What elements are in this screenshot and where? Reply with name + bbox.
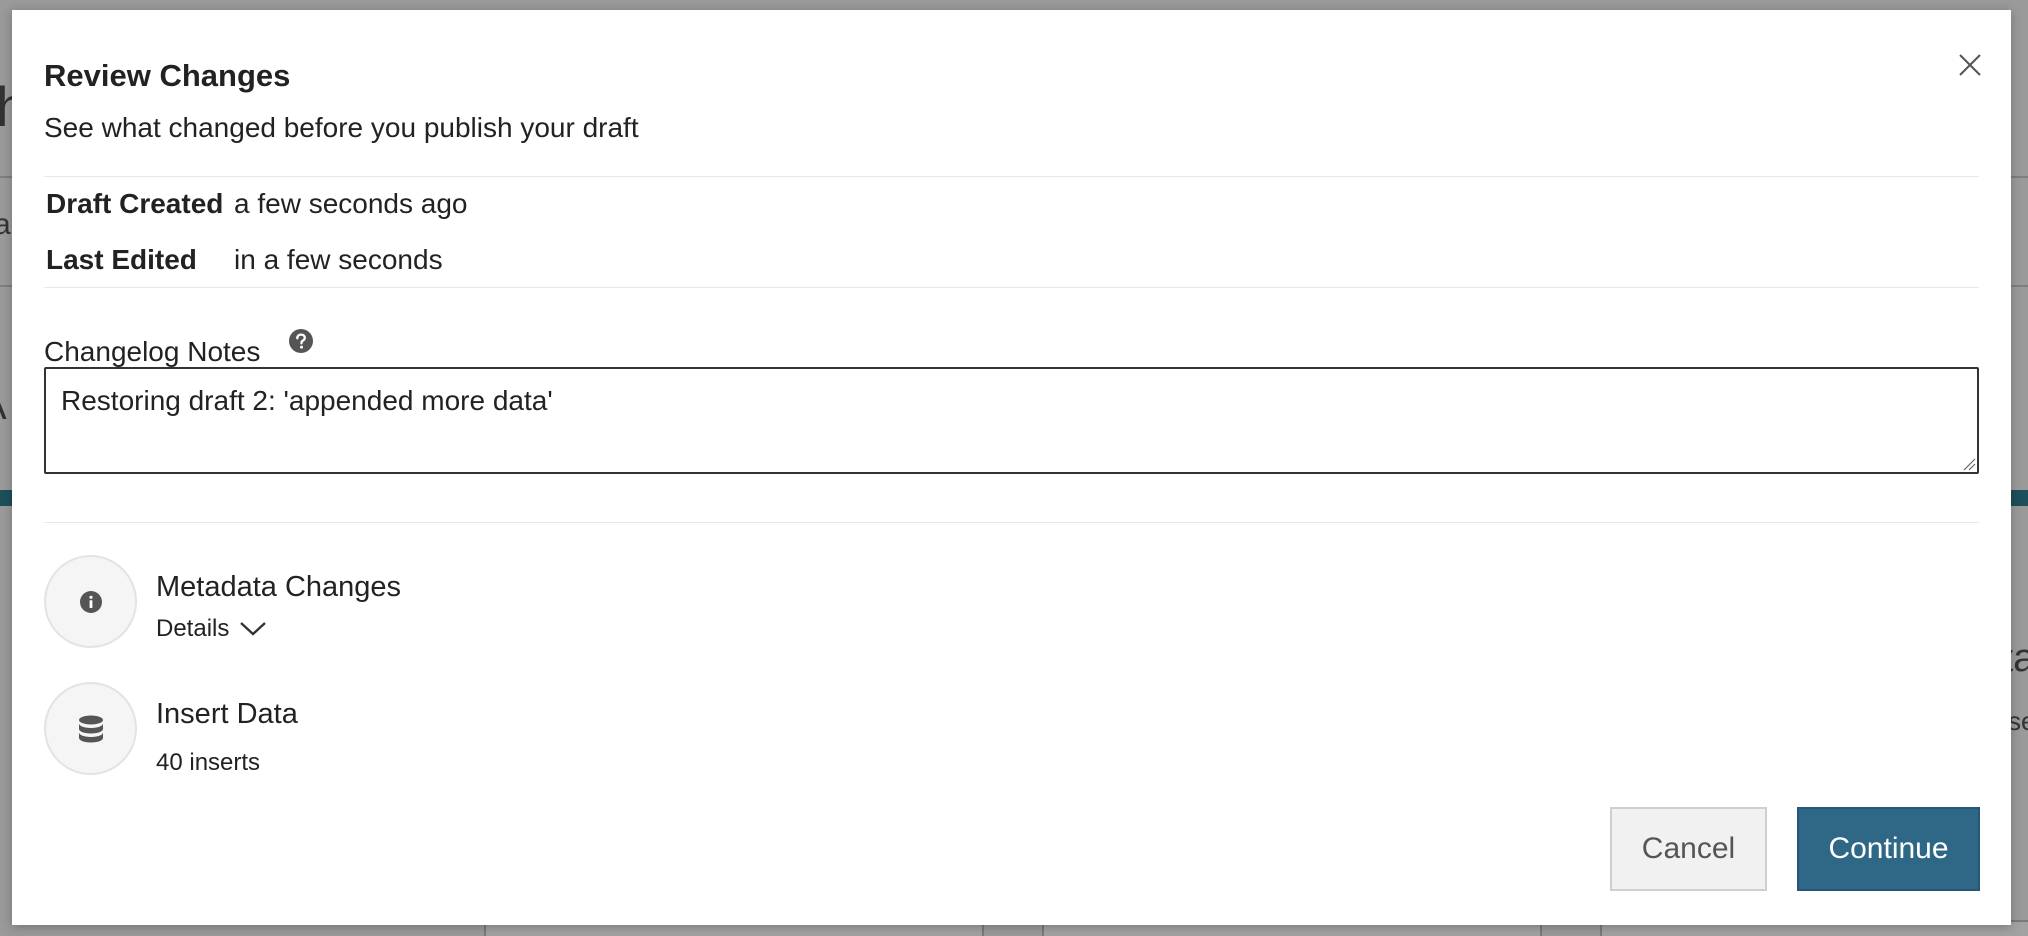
divider: [44, 522, 1979, 523]
insert-data-icon-circle: [44, 682, 137, 775]
chevron-down-icon: [240, 622, 267, 636]
background-text-fragment: se: [2008, 706, 2028, 736]
review-changes-dialog: Review Changes See what changed before y…: [12, 10, 2011, 925]
close-button[interactable]: [1950, 45, 1990, 85]
close-icon: [1959, 54, 1981, 76]
metadata-changes-title: Metadata Changes: [156, 571, 402, 603]
draft-created-label: Draft Created: [46, 188, 224, 219]
cancel-button[interactable]: Cancel: [1610, 807, 1767, 891]
metadata-change-icon-circle: [44, 555, 137, 648]
info-icon: [79, 590, 102, 613]
background-text-fragment: A: [0, 384, 7, 429]
insert-count: 40 inserts: [156, 749, 261, 776]
details-toggle[interactable]: Details: [156, 614, 267, 644]
question-circle-icon[interactable]: [288, 328, 314, 354]
dialog-subtitle: See what changed before you publish your…: [44, 112, 639, 143]
continue-button[interactable]: Continue: [1797, 807, 1980, 891]
changelog-notes-label: Changelog Notes: [44, 336, 261, 367]
last-edited-label: Last Edited: [46, 244, 197, 275]
draft-created-value: a few seconds ago: [234, 188, 468, 219]
dialog-title: Review Changes: [44, 58, 291, 93]
background-text-fragment: a: [0, 208, 11, 241]
last-edited-value: in a few seconds: [234, 244, 443, 275]
changelog-notes-input[interactable]: Restoring draft 2: 'appended more data': [44, 367, 1979, 474]
insert-data-title: Insert Data: [156, 698, 298, 730]
details-label: Details: [156, 615, 230, 642]
divider: [44, 176, 1979, 177]
divider: [44, 287, 1979, 288]
database-icon: [78, 715, 103, 742]
resize-grip-icon[interactable]: [1962, 457, 1976, 471]
